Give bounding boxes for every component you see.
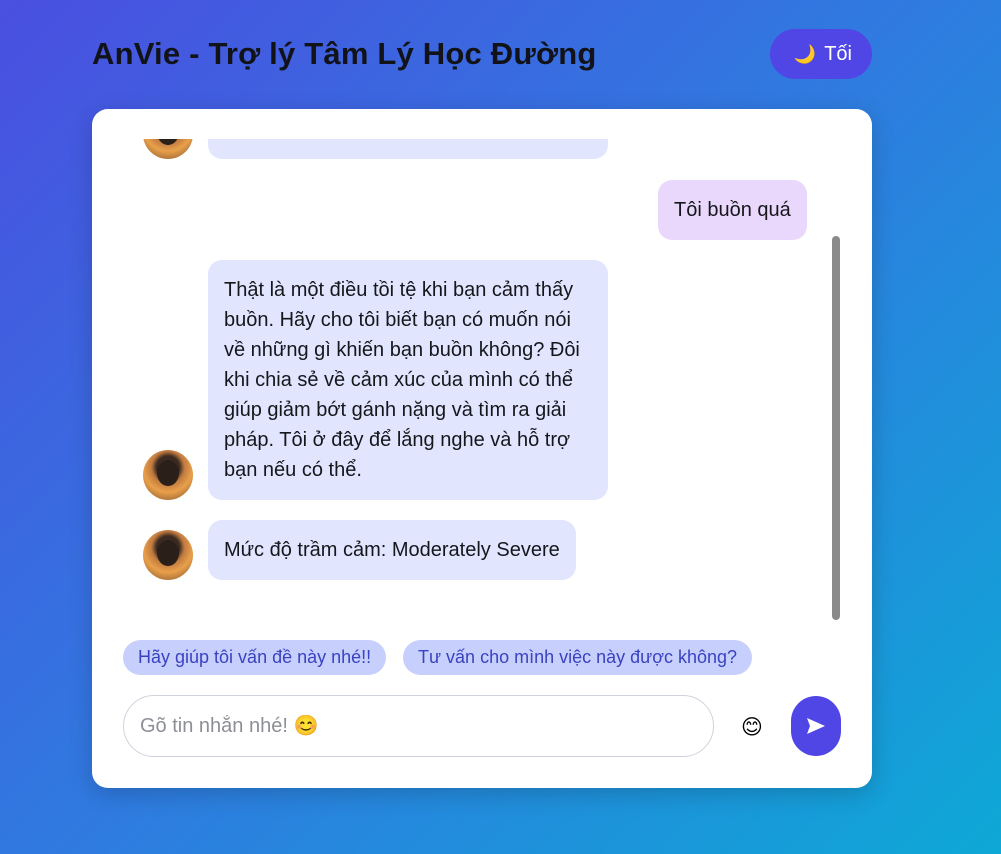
send-icon <box>807 718 825 734</box>
chat-message-user: Tôi buồn quá <box>658 180 807 240</box>
chat-card: Tôi buồn quá Thật là một điều tồi tệ khi… <box>92 109 872 788</box>
page-title: AnVie - Trợ lý Tâm Lý Học Đường <box>92 36 597 71</box>
send-button[interactable] <box>791 696 841 756</box>
moon-icon: 🌙 <box>793 43 817 64</box>
chat-messages[interactable]: Tôi buồn quá Thật là một điều tồi tệ khi… <box>92 139 842 629</box>
bot-avatar <box>143 530 193 580</box>
message-bubble <box>208 139 608 159</box>
message-bubble: Tôi buồn quá <box>658 180 807 240</box>
chat-scrollbar[interactable] <box>832 236 840 620</box>
theme-toggle-button[interactable]: 🌙 Tối <box>769 29 872 79</box>
app-header: AnVie - Trợ lý Tâm Lý Học Đường 🌙 Tối <box>92 28 872 80</box>
theme-toggle-label: Tối <box>824 42 852 65</box>
suggestion-chip[interactable]: Tư vấn cho mình việc này được không? <box>403 640 753 675</box>
bot-avatar <box>143 139 193 159</box>
message-bubble: Mức độ trầm cảm: Moderately Severe <box>208 520 576 580</box>
message-input-wrapper <box>123 695 714 757</box>
emoji-picker-button[interactable]: 😊 <box>736 711 768 743</box>
bot-avatar <box>143 450 193 500</box>
message-bubble: Thật là một điều tồi tệ khi bạn cảm thấy… <box>208 260 608 500</box>
message-input[interactable] <box>140 714 713 738</box>
suggestion-chip[interactable]: Hãy giúp tôi vấn đề này nhé!! <box>123 640 387 675</box>
